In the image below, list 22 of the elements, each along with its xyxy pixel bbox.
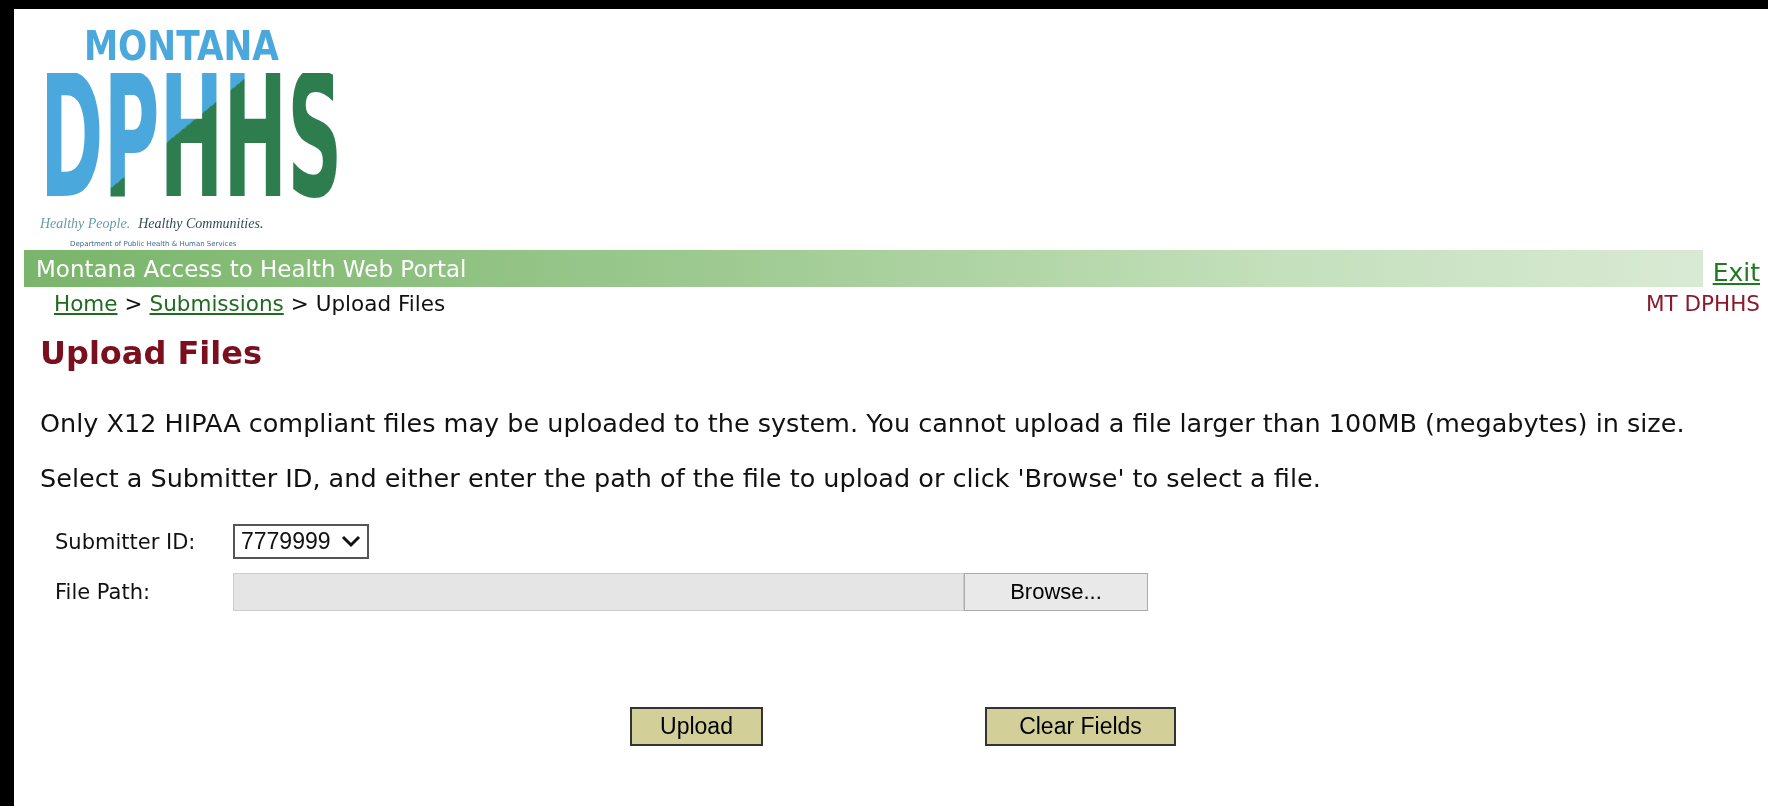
portal-title-bar: Montana Access to Health Web Portal: [24, 250, 1703, 287]
field-label: Submitter ID:: [55, 529, 197, 554]
agency-label: MT DPHHS: [1645, 291, 1760, 316]
breadcrumb-link[interactable]: Submissions: [149, 291, 284, 316]
browse-button[interactable]: Browse...: [964, 573, 1148, 611]
submitter-id-select[interactable]: 7779999: [233, 524, 369, 559]
upload-button[interactable]: Upload: [630, 707, 763, 746]
file-path-field[interactable]: [233, 573, 964, 611]
page-heading: Upload Files: [40, 334, 264, 372]
logo-tagline: Healthy People.: [40, 215, 131, 232]
clear-fields-button[interactable]: Clear Fields: [985, 707, 1176, 746]
instruction-text: Select a Submitter ID, and either enter the path of the file to upload or click 'Browse' to select a file.: [40, 463, 1322, 494]
logo-tagline: Healthy Communities.: [138, 215, 264, 232]
breadcrumb-separator: >: [290, 291, 309, 316]
breadcrumb-current: Upload Files: [315, 291, 446, 316]
logo-title: MONTANA: [83, 31, 279, 61]
breadcrumb-link[interactable]: Home: [54, 291, 118, 316]
instruction-text: Only X12 HIPAA compliant files may be uploaded to the system. You cannot upload a file larger than 100MB (megabytes) in size.: [40, 408, 1686, 439]
breadcrumb-separator: >: [124, 291, 143, 316]
exit-link[interactable]: Exit: [1712, 260, 1760, 287]
field-label: File Path:: [55, 580, 152, 604]
caret-icon: [340, 535, 361, 548]
